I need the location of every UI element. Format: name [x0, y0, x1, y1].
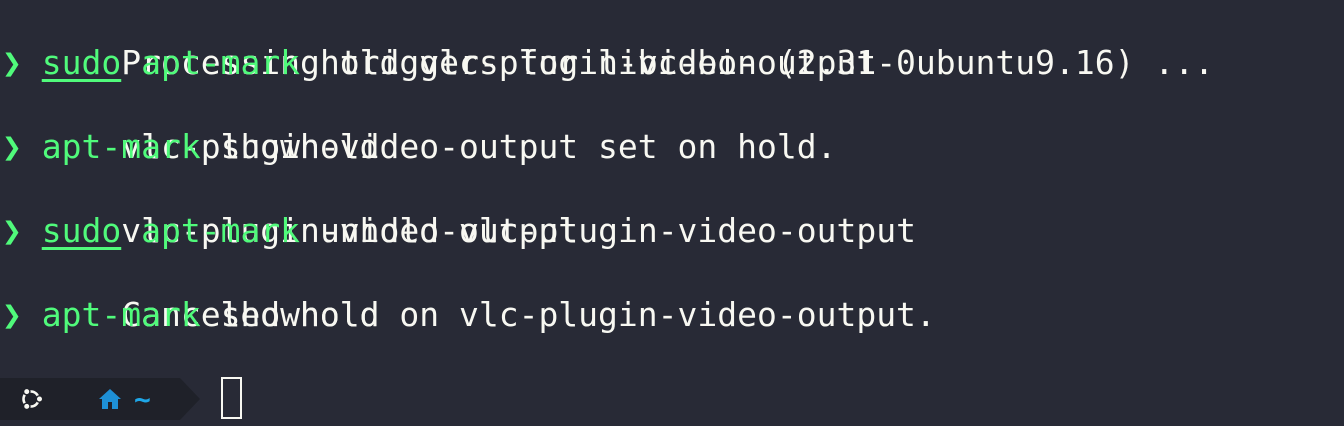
command-name: apt-mark	[141, 211, 301, 250]
output-line: Processing triggers for libc-bin (2.31-0…	[2, 0, 1344, 82]
sudo-keyword: sudo	[41, 211, 122, 250]
prompt-arrow: ❯	[2, 295, 22, 334]
prompt-bar: ~	[0, 378, 200, 420]
ubuntu-icon	[18, 386, 44, 412]
current-directory: ~	[134, 382, 151, 416]
directory-segment: ~	[62, 378, 180, 420]
prompt-arrow: ❯	[2, 127, 22, 166]
output-line: vlc-plugin-video-output	[2, 168, 1344, 250]
home-icon	[98, 388, 122, 410]
output-line: vlc-plugin-video-output set on hold.	[2, 84, 1344, 166]
prompt-arrow: ❯	[2, 211, 22, 250]
command-line: ❯ sudo apt-mark unhold vlc-plugin-video-…	[2, 210, 1344, 252]
command-args: unhold vlc-plugin-video-output	[319, 211, 916, 250]
command-name: apt-mark	[141, 43, 301, 82]
command-name: apt-mark	[41, 295, 201, 334]
os-segment	[0, 378, 62, 420]
command-name: apt-mark	[41, 127, 201, 166]
command-args: hold vlc-plugin-video-output	[319, 43, 877, 82]
text-cursor[interactable]	[221, 377, 242, 419]
command-args: showhold	[220, 295, 380, 334]
prompt-arrow: ❯	[2, 43, 22, 82]
command-args: showhold	[220, 127, 380, 166]
output-line: Canceled hold on vlc-plugin-video-output…	[2, 252, 1344, 334]
sudo-keyword: sudo	[41, 43, 122, 82]
terminal-window[interactable]: Processing triggers for libc-bin (2.31-0…	[0, 0, 1344, 426]
segment-end-icon	[180, 378, 200, 420]
terminal-output: Processing triggers for libc-bin (2.31-0…	[2, 0, 1344, 336]
